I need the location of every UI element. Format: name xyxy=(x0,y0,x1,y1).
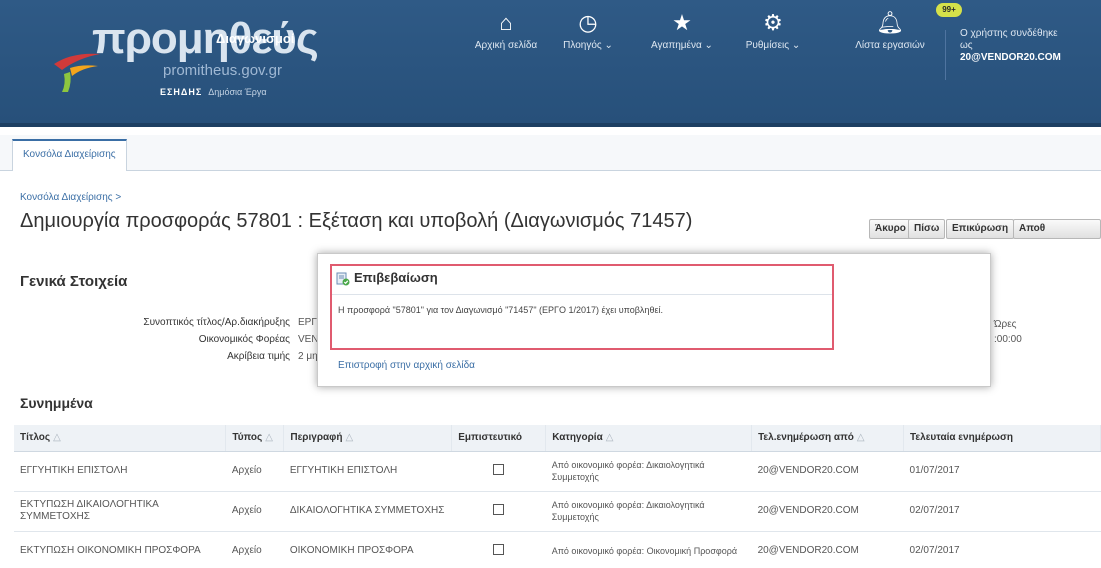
nav-settings[interactable]: ⚙ Ρυθμίσεις ⌄ xyxy=(738,10,808,52)
nav-favorites-label: Αγαπημένα ⌄ xyxy=(651,40,713,51)
general-section-title: Γενικά Στοιχεία xyxy=(20,273,128,290)
logo-esidis-subtitle: Δημόσια Έργα xyxy=(208,87,267,97)
cancel-button[interactable]: Άκυρο xyxy=(869,219,912,239)
header-divider xyxy=(945,30,946,80)
dialog-title: Επιβεβαίωση xyxy=(354,270,438,285)
cell-confidential xyxy=(451,531,546,568)
tab-admin-console[interactable]: Κονσόλα Διαχείρισης xyxy=(12,139,127,171)
column-header-title[interactable]: Τίτλος △ xyxy=(14,425,227,452)
column-header-category[interactable]: Κατηγορία △ xyxy=(545,425,753,452)
nav-navigator-label: Πλοηγός ⌄ xyxy=(563,40,613,51)
field-value-time: :00:00 xyxy=(994,334,1022,345)
cell-type: Αρχείο xyxy=(225,531,284,568)
field-label-price-precision: Ακρίβεια τιμής xyxy=(227,351,290,362)
dialog-divider xyxy=(332,294,832,295)
nav-favorites[interactable]: ★ Αγαπημένα ⌄ xyxy=(647,10,717,52)
user-email[interactable]: 20@VENDOR20.COM xyxy=(960,52,1101,64)
confirm-button[interactable]: Επικύρωση xyxy=(946,219,1015,239)
cell-title[interactable]: ΕΚΤΥΠΩΣΗ ΟΙΚΟΝΟΜΙΚΗ ΠΡΟΣΦΟΡΑ xyxy=(14,531,226,568)
attachments-table: Τίτλος △ Τύπος △ Περιγραφή △ Εμπιστευτικό Κ… xyxy=(14,425,1101,568)
return-home-link[interactable]: Επιστροφή στην αρχική σελίδα xyxy=(338,360,475,371)
sort-icon: △ xyxy=(345,432,354,444)
column-header-updated-by-label: Τελ.ενημέρωση από xyxy=(758,432,854,444)
app-header: προμηθεύς Διαγωνισμοί promitheus.gov.gr … xyxy=(0,0,1101,127)
cell-last-updated: 01/07/2017 xyxy=(903,451,1101,492)
cell-description: ΕΓΓΥΗΤΙΚΗ ΕΠΙΣΤΟΛΗ xyxy=(283,451,452,492)
cell-updated-by: 20@VENDOR20.COM xyxy=(751,531,904,568)
bell-icon: 🔔︎ xyxy=(876,10,904,35)
cell-updated-by: 20@VENDOR20.COM xyxy=(751,491,904,532)
confirmation-dialog: Επιβεβαίωση Η προσφορά "57801" για τον Δ… xyxy=(317,253,991,387)
confidential-checkbox[interactable] xyxy=(493,503,505,515)
table-row: ΕΚΤΥΠΩΣΗ ΔΙΚΑΙΟΛΟΓΗΤΙΚΑ ΣΥΜΜΕΤΟΧΗΣ Αρχεί… xyxy=(14,491,1101,532)
star-icon: ★ xyxy=(672,10,692,35)
cell-title[interactable]: ΕΚΤΥΠΩΣΗ ΔΙΚΑΙΟΛΟΓΗΤΙΚΑ ΣΥΜΜΕΤΟΧΗΣ xyxy=(14,491,226,532)
logo-domain: promitheus.gov.gr xyxy=(163,62,282,79)
cell-type: Αρχείο xyxy=(225,491,284,532)
table-row: ΕΓΓΥΗΤΙΚΗ ΕΠΙΣΤΟΛΗ Αρχείο ΕΓΓΥΗΤΙΚΗ ΕΠΙΣ… xyxy=(14,451,1101,492)
table-row: ΕΚΤΥΠΩΣΗ ΟΙΚΟΝΟΜΙΚΗ ΠΡΟΣΦΟΡΑ Αρχείο ΟΙΚΟ… xyxy=(14,531,1101,568)
sort-icon: △ xyxy=(53,432,61,444)
column-header-last-updated: Τελευταία ενημέρωση xyxy=(903,425,1101,452)
field-value-hours: Ώρες xyxy=(994,319,1017,330)
confidential-checkbox[interactable] xyxy=(493,463,505,475)
column-header-description[interactable]: Περιγραφή △ xyxy=(283,425,453,452)
nav-settings-label: Ρυθμίσεις ⌄ xyxy=(745,40,801,51)
back-button[interactable]: Πίσω xyxy=(908,219,946,239)
sort-icon: △ xyxy=(605,432,614,444)
logo-subtitle: Διαγωνισμοί xyxy=(216,31,295,46)
confidential-checkbox[interactable] xyxy=(493,543,505,555)
tab-bar: Κονσόλα Διαχείρισης xyxy=(0,135,1101,171)
column-header-type-label: Τύπος xyxy=(232,432,263,444)
user-line1: Ο χρήστης συνδέθηκε xyxy=(960,28,1058,39)
cell-category: Από οικονομικό φορέα: Οικονομική Προσφορ… xyxy=(545,531,752,568)
column-header-title-label: Τίτλος xyxy=(20,432,51,444)
column-header-category-label: Κατηγορία xyxy=(552,432,603,444)
cell-last-updated: 02/07/2017 xyxy=(903,531,1101,568)
breadcrumb[interactable]: Κονσόλα Διαχείρισης > xyxy=(20,192,121,203)
gear-icon: ⚙ xyxy=(763,10,783,35)
nav-home[interactable]: ⌂ Αρχική σελίδα xyxy=(471,10,541,52)
sort-icon: △ xyxy=(856,432,865,444)
field-label-title: Συνοπτικός τίτλος/Αρ.διακήρυξης xyxy=(143,317,290,328)
cell-category: Από οικονομικό φορέα: Δικαιολογητικά Συμ… xyxy=(545,491,752,532)
sort-icon: △ xyxy=(265,432,273,444)
nav-home-label: Αρχική σελίδα xyxy=(474,40,538,51)
home-icon: ⌂ xyxy=(499,10,513,35)
column-header-updated-by[interactable]: Τελ.ενημέρωση από △ xyxy=(751,425,905,452)
logo-esidis: ΕΣΗΔΗΣ Δημόσια Έργα xyxy=(160,87,267,97)
nav-worklist[interactable]: 🔔︎ Λίστα εργασιών xyxy=(850,10,930,52)
field-label-vendor: Οικονομικός Φορέας xyxy=(198,334,290,345)
dialog-message: Η προσφορά "57801" για τον Διαγωνισμό "7… xyxy=(338,305,663,315)
cell-title[interactable]: ΕΓΓΥΗΤΙΚΗ ΕΠΙΣΤΟΛΗ xyxy=(14,451,226,492)
nav-worklist-label: Λίστα εργασιών xyxy=(855,40,925,51)
table-header-row: Τίτλος △ Τύπος △ Περιγραφή △ Εμπιστευτικό Κ… xyxy=(14,425,1101,452)
submit-button[interactable]: Αποθ xyxy=(1013,219,1101,239)
user-info: Ο χρήστης συνδέθηκε ως 20@VENDOR20.COM xyxy=(960,28,1101,64)
cell-description: ΔΙΚΑΙΟΛΟΓΗΤΙΚΑ ΣΥΜΜΕΤΟΧΗΣ xyxy=(283,491,452,532)
cell-description: ΟΙΚΟΝΟΜΙΚΗ ΠΡΟΣΦΟΡΑ xyxy=(283,531,452,568)
column-header-type[interactable]: Τύπος △ xyxy=(225,425,285,452)
user-line2: ως xyxy=(960,40,973,51)
column-header-confidential: Εμπιστευτικό xyxy=(451,425,547,452)
cell-last-updated: 02/07/2017 xyxy=(903,491,1101,532)
column-header-description-label: Περιγραφή xyxy=(290,432,343,444)
document-check-icon xyxy=(336,272,350,286)
nav-navigator[interactable]: ◷ Πλοηγός ⌄ xyxy=(558,10,618,52)
cell-category: Από οικονομικό φορέα: Δικαιολογητικά Συμ… xyxy=(545,451,752,492)
attachments-section-title: Συνημμένα xyxy=(20,395,93,411)
cell-type: Αρχείο xyxy=(225,451,284,492)
compass-icon: ◷ xyxy=(578,10,598,35)
notification-badge: 99+ xyxy=(936,3,962,17)
logo-esidis-title: ΕΣΗΔΗΣ xyxy=(160,87,203,97)
cell-confidential xyxy=(451,451,546,492)
cell-updated-by: 20@VENDOR20.COM xyxy=(751,451,904,492)
cell-confidential xyxy=(451,491,546,532)
page-title: Δημιουργία προσφοράς 57801 : Εξέταση και… xyxy=(20,210,693,232)
